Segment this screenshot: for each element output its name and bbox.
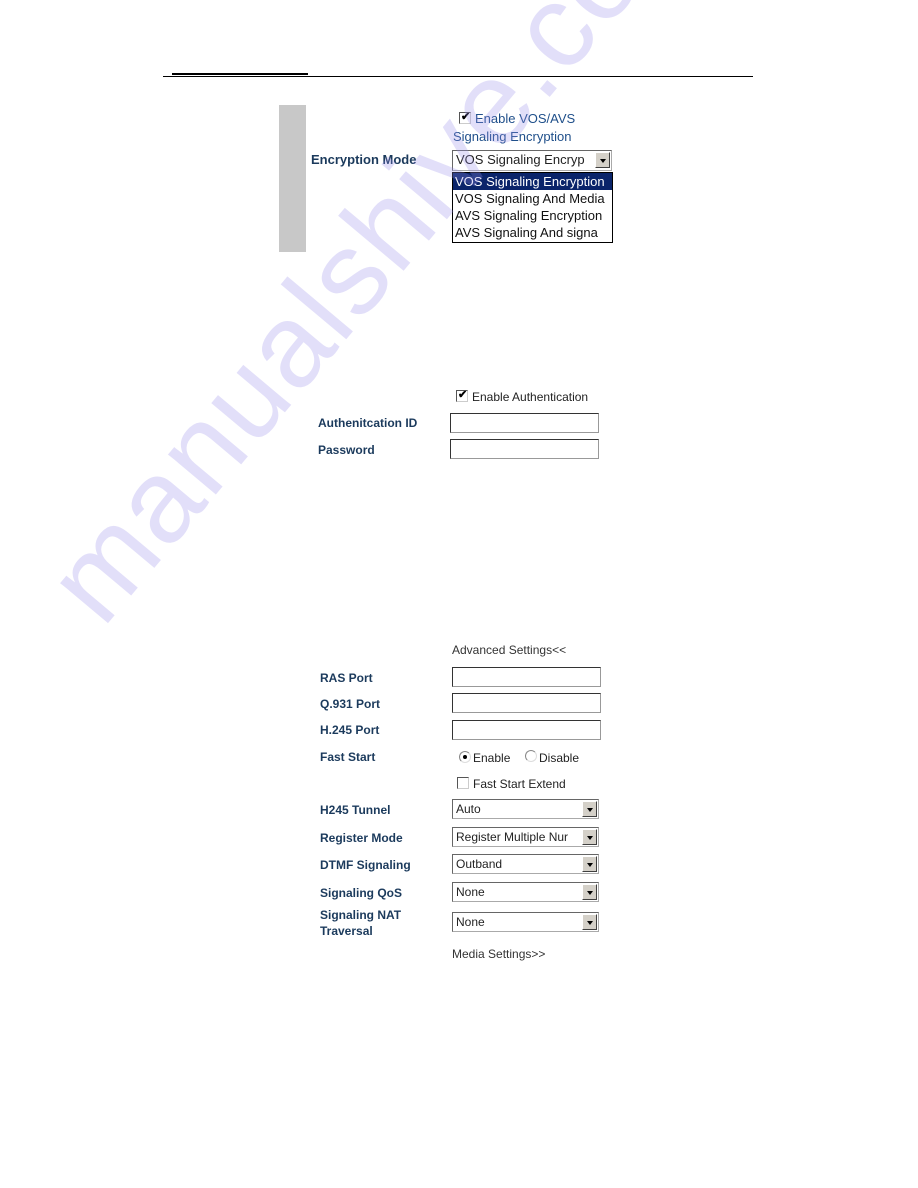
- encryption-mode-label: Encryption Mode: [311, 152, 417, 167]
- dropdown-option[interactable]: AVS Signaling And signa: [453, 224, 612, 241]
- h245-tunnel-select[interactable]: Auto: [452, 799, 599, 819]
- advanced-settings-link[interactable]: Advanced Settings<<: [452, 643, 566, 657]
- header-rule: [163, 76, 753, 77]
- chevron-down-icon[interactable]: [582, 829, 597, 845]
- q931-port-label: Q.931 Port: [320, 697, 381, 711]
- authentication-id-label: Authenitcation ID: [318, 416, 418, 430]
- h245-port-input[interactable]: [452, 720, 601, 740]
- dropdown-option[interactable]: AVS Signaling Encryption: [453, 207, 612, 224]
- dtmf-signaling-value: Outband: [456, 857, 503, 871]
- fast-start-extend-checkbox[interactable]: [457, 777, 469, 789]
- dtmf-signaling-select[interactable]: Outband: [452, 854, 599, 874]
- authentication-id-input[interactable]: [450, 413, 599, 433]
- enable-authentication-label: Enable Authentication: [472, 390, 589, 404]
- encryption-mode-select[interactable]: VOS Signaling Encryp: [452, 150, 612, 171]
- section-sidebar: [279, 105, 306, 252]
- fast-start-label: Fast Start: [320, 750, 376, 764]
- signaling-qos-value: None: [456, 885, 485, 899]
- chevron-down-icon[interactable]: [582, 856, 597, 872]
- fast-start-disable-label: Disable: [539, 751, 580, 765]
- media-settings-link[interactable]: Media Settings>>: [452, 947, 545, 961]
- chevron-down-icon[interactable]: [582, 914, 597, 930]
- fast-start-extend-label: Fast Start Extend: [473, 777, 566, 791]
- register-mode-value: Register Multiple Nur: [456, 830, 569, 844]
- chevron-down-icon[interactable]: [595, 152, 610, 168]
- checkmark-icon: ✔: [461, 111, 471, 123]
- fast-start-enable-radio[interactable]: [459, 751, 471, 763]
- enable-encryption-label-2: Signaling Encryption: [453, 129, 572, 144]
- dropdown-option[interactable]: VOS Signaling And Media: [453, 190, 612, 207]
- signaling-nat-select[interactable]: None: [452, 912, 599, 932]
- chevron-down-icon[interactable]: [582, 884, 597, 900]
- h245-port-label: H.245 Port: [320, 723, 380, 737]
- enable-authentication-checkbox[interactable]: ✔: [456, 389, 468, 402]
- signaling-nat-value: None: [456, 915, 485, 929]
- encryption-mode-value: VOS Signaling Encryp: [456, 152, 585, 167]
- ras-port-input[interactable]: [452, 667, 601, 687]
- fast-start-disable-radio[interactable]: [525, 750, 537, 762]
- register-mode-label: Register Mode: [320, 831, 403, 845]
- enable-encryption-checkbox[interactable]: ✔: [459, 111, 471, 124]
- enable-encryption-label: Enable VOS/AVS: [475, 111, 576, 126]
- watermark: manualshive.com: [21, 0, 733, 647]
- dtmf-signaling-label: DTMF Signaling: [320, 858, 411, 872]
- q931-port-input[interactable]: [452, 693, 601, 713]
- signaling-nat-label-2: Traversal: [320, 924, 373, 938]
- header-rule-short: [172, 73, 308, 75]
- h245-tunnel-value: Auto: [456, 802, 481, 816]
- signaling-nat-label: Signaling NAT: [320, 908, 402, 922]
- chevron-down-icon[interactable]: [582, 801, 597, 817]
- h245-tunnel-label: H245 Tunnel: [320, 803, 391, 817]
- checkmark-icon: ✔: [458, 389, 468, 401]
- password-input[interactable]: [450, 439, 599, 459]
- fast-start-enable-label: Enable: [473, 751, 511, 765]
- radio-selected-dot: [463, 755, 467, 759]
- register-mode-select[interactable]: Register Multiple Nur: [452, 827, 599, 847]
- dropdown-option[interactable]: VOS Signaling Encryption: [453, 173, 612, 190]
- signaling-qos-label: Signaling QoS: [320, 886, 403, 900]
- encryption-mode-dropdown[interactable]: VOS Signaling Encryption VOS Signaling A…: [452, 172, 613, 243]
- ras-port-label: RAS Port: [320, 671, 373, 685]
- signaling-qos-select[interactable]: None: [452, 882, 599, 902]
- password-label: Password: [318, 443, 375, 457]
